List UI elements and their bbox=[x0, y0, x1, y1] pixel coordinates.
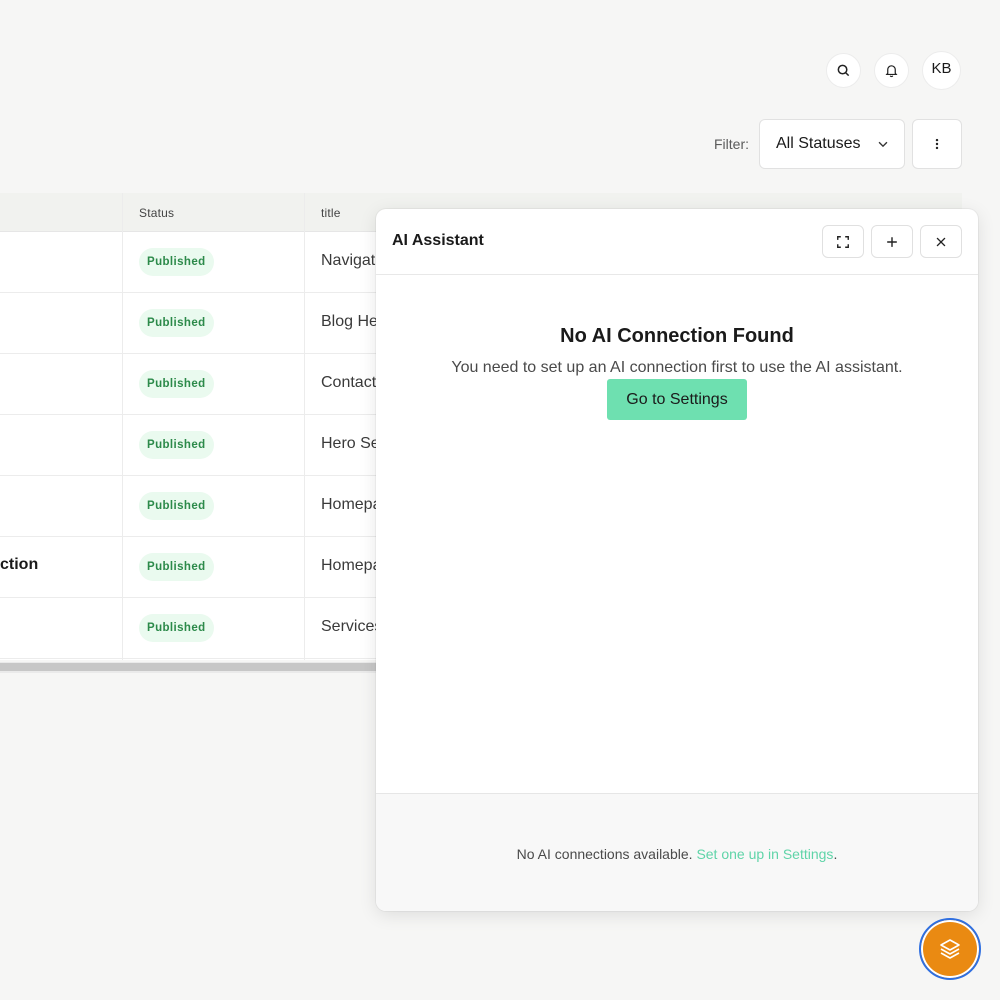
panel-footer: No AI connections available. Set one up … bbox=[376, 793, 978, 911]
row-title: Hero Se bbox=[321, 435, 380, 452]
status-badge: Published bbox=[139, 614, 214, 642]
status-badge: Published bbox=[139, 553, 214, 581]
panel-title: AI Assistant bbox=[392, 232, 484, 249]
status-filter-value: All Statuses bbox=[776, 135, 861, 152]
plus-icon bbox=[887, 236, 897, 247]
expand-button[interactable] bbox=[822, 225, 864, 258]
status-badge: Published bbox=[139, 492, 214, 520]
notifications-button[interactable] bbox=[874, 53, 909, 88]
go-to-settings-button[interactable]: Go to Settings bbox=[607, 379, 747, 420]
horizontal-scrollbar-thumb[interactable] bbox=[0, 663, 380, 671]
page: KB Filter: All Statuses Status title Pub… bbox=[0, 0, 1000, 1000]
row-title: Blog He bbox=[321, 313, 378, 330]
panel-header: AI Assistant bbox=[376, 209, 978, 275]
filter-label: Filter: bbox=[714, 136, 749, 152]
empty-state-message: You need to set up an AI connection firs… bbox=[451, 359, 903, 376]
row-title: Navigat bbox=[321, 252, 376, 269]
status-badge: Published bbox=[139, 248, 214, 276]
row-title: Contact bbox=[321, 374, 377, 391]
status-badge: Published bbox=[139, 370, 214, 398]
layers-icon bbox=[940, 939, 960, 959]
status-filter-select[interactable]: All Statuses bbox=[759, 119, 905, 169]
search-button[interactable] bbox=[826, 53, 861, 88]
row-name: ction bbox=[0, 556, 39, 573]
row-title: Homepa bbox=[321, 557, 382, 574]
chevron-down-icon bbox=[878, 141, 888, 148]
close-icon bbox=[936, 237, 946, 246]
settings-link[interactable]: Set one up in Settings bbox=[696, 846, 833, 862]
column-header-status[interactable]: Status bbox=[139, 206, 174, 220]
ai-assistant-panel: AI Assistant No AI Connection Found You … bbox=[376, 209, 978, 911]
status-badge: Published bbox=[139, 431, 214, 459]
close-button[interactable] bbox=[920, 225, 962, 258]
empty-state-title: No AI Connection Found bbox=[560, 325, 794, 347]
column-header-title[interactable]: title bbox=[321, 206, 341, 220]
avatar-initials: KB bbox=[931, 59, 952, 77]
vertical-dots-icon bbox=[935, 138, 939, 150]
row-title: Homepa bbox=[321, 496, 382, 513]
floating-action-button[interactable] bbox=[919, 918, 981, 980]
new-chat-button[interactable] bbox=[871, 225, 913, 258]
user-avatar[interactable]: KB bbox=[922, 51, 961, 90]
more-options-button[interactable] bbox=[912, 119, 962, 169]
row-title: Services bbox=[321, 618, 383, 635]
footer-message: No AI connections available. Set one up … bbox=[376, 846, 978, 862]
bell-icon bbox=[885, 65, 898, 78]
footer-suffix: . bbox=[833, 846, 838, 862]
status-badge: Published bbox=[139, 309, 214, 337]
footer-text: No AI connections available. bbox=[516, 846, 693, 862]
expand-icon bbox=[837, 235, 849, 248]
search-icon bbox=[837, 64, 850, 77]
